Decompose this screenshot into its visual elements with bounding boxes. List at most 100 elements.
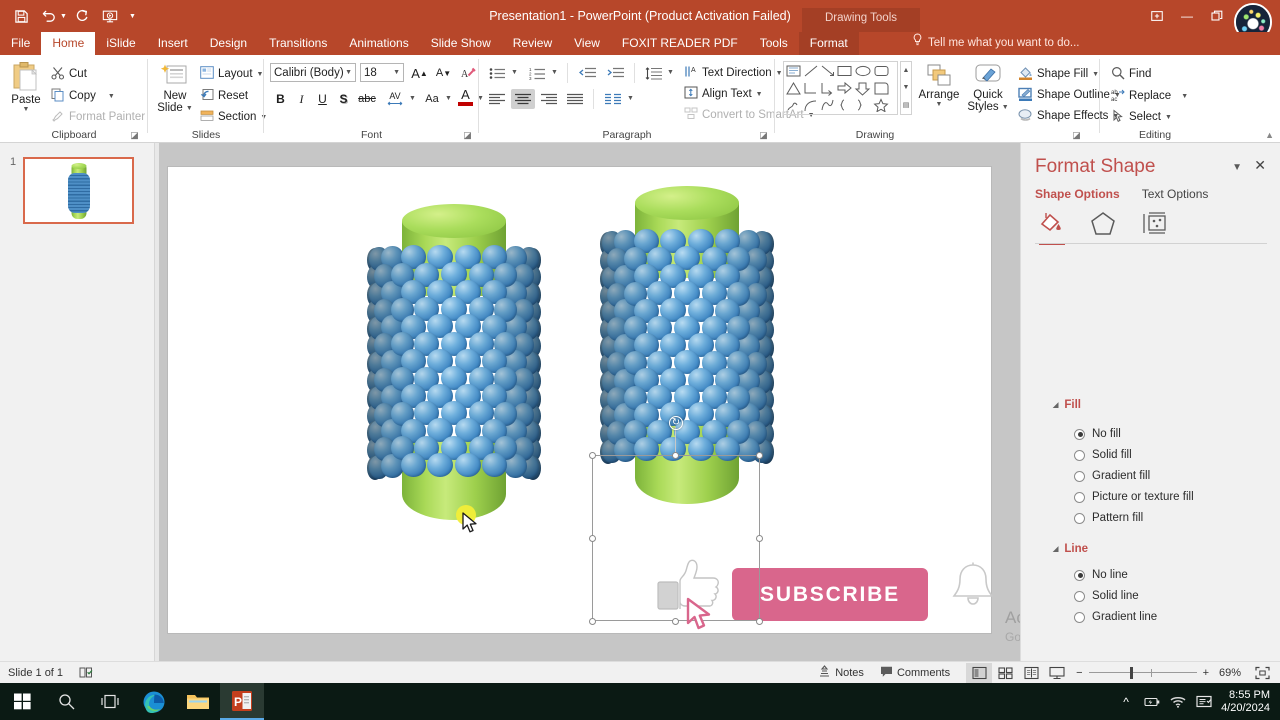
clear-formatting-icon[interactable]: A	[458, 63, 479, 83]
arrange-button[interactable]: Arrange ▼	[917, 63, 961, 108]
option-no-line[interactable]: No line	[1074, 569, 1128, 581]
select-button[interactable]: Select ▼	[1108, 107, 1175, 127]
decrease-indent-icon[interactable]	[575, 63, 599, 83]
align-text-dropdown-icon[interactable]: ▼	[756, 91, 763, 98]
italic-button[interactable]: I	[291, 89, 312, 109]
text-direction-button[interactable]: A Text Direction ▼	[681, 63, 786, 83]
slide-thumbnail-1[interactable]	[23, 157, 134, 224]
gradient-fill-radio[interactable]	[1074, 470, 1085, 482]
increase-font-size-button[interactable]: A ▲	[409, 63, 430, 83]
tab-transitions[interactable]: Transitions	[258, 32, 338, 55]
option-picture-or-texture-fill[interactable]: Picture or texture fill	[1074, 491, 1194, 503]
selection-handle-bottom-left[interactable]	[589, 618, 596, 625]
zoom-level-label[interactable]: 69%	[1215, 662, 1247, 684]
tab-foxit-reader-pdf[interactable]: FOXIT READER PDF	[611, 32, 749, 55]
slide-indicator[interactable]: Slide 1 of 1	[0, 662, 71, 684]
restore-button[interactable]	[1202, 3, 1232, 29]
justify-icon[interactable]	[563, 89, 587, 109]
show-hidden-icons-button[interactable]: ^	[1113, 683, 1139, 720]
selection-handle-middle-left[interactable]	[589, 535, 596, 542]
line-expand-icon[interactable]: ◢	[1053, 545, 1058, 553]
font-name-combobox[interactable]: Calibri (Body) ▼	[270, 63, 356, 82]
redo-icon[interactable]	[69, 3, 95, 29]
replace-button[interactable]: ab ac Replace ▼	[1108, 86, 1191, 106]
drawing-dialog-launcher[interactable]: ◪	[1071, 130, 1082, 141]
cut-button[interactable]: Cut	[48, 64, 90, 84]
paste-dropdown-icon[interactable]: ▼	[23, 106, 30, 113]
shapes-scroll-down-icon[interactable]: ▼	[903, 84, 910, 91]
character-spacing-button[interactable]: AV	[382, 89, 408, 109]
tell-me-search[interactable]: Tell me what you want to do...	[912, 32, 1080, 55]
tab-insert[interactable]: Insert	[147, 32, 199, 55]
align-text-button[interactable]: Align Text ▼	[681, 84, 766, 104]
pane-options-icon[interactable]: ▼	[1232, 162, 1242, 173]
fill-and-line-icon[interactable]	[1037, 211, 1067, 245]
select-dropdown-icon[interactable]: ▼	[1165, 114, 1172, 121]
effects-pentagon-icon[interactable]	[1089, 211, 1119, 237]
reset-button[interactable]: Reset	[197, 86, 251, 106]
font-name-dropdown-icon[interactable]: ▼	[345, 69, 352, 76]
powerpoint-button[interactable]: P	[220, 683, 264, 720]
close-icon[interactable]: ✕	[1254, 158, 1266, 172]
paragraph-dialog-launcher[interactable]: ◪	[758, 130, 769, 141]
line-spacing-icon[interactable]	[641, 63, 665, 83]
paste-button[interactable]: Paste ▼	[4, 61, 48, 113]
save-icon[interactable]	[8, 3, 34, 29]
numbering-icon[interactable]: 123	[525, 63, 549, 83]
replace-dropdown-icon[interactable]: ▼	[1181, 93, 1188, 100]
tab-file[interactable]: File	[0, 32, 41, 55]
tab-animations[interactable]: Animations	[338, 32, 419, 55]
tab-text-options[interactable]: Text Options	[1142, 187, 1209, 204]
subscribe-button[interactable]: SUBSCRIBE	[732, 568, 928, 621]
wifi-icon[interactable]	[1165, 683, 1191, 720]
customize-qat-icon[interactable]: ▼	[129, 13, 136, 20]
align-center-icon[interactable]	[511, 89, 535, 109]
task-view-button[interactable]	[88, 683, 132, 720]
solid-fill-radio[interactable]	[1074, 449, 1085, 461]
font-size-dropdown-icon[interactable]: ▼	[393, 69, 400, 76]
slideshow-icon[interactable]	[97, 3, 123, 29]
clipboard-dialog-launcher[interactable]: ◪	[129, 130, 140, 141]
comments-button[interactable]: Comments	[872, 662, 958, 684]
strikethrough-button[interactable]: abc	[354, 89, 380, 109]
quick-styles-button[interactable]: Quick Styles ▼	[965, 63, 1011, 113]
no-fill-radio[interactable]	[1074, 428, 1085, 440]
no-line-radio[interactable]	[1074, 569, 1085, 581]
tab-review[interactable]: Review	[502, 32, 563, 55]
option-solid-fill[interactable]: Solid fill	[1074, 449, 1132, 461]
character-spacing-dropdown-icon[interactable]: ▼	[409, 95, 416, 102]
find-button[interactable]: Find	[1108, 64, 1154, 84]
undo-dropdown-icon[interactable]: ▼	[60, 13, 67, 20]
shape-fill-button[interactable]: Shape Fill ▼	[1015, 64, 1102, 84]
selection-handle-top-left[interactable]	[589, 452, 596, 459]
align-left-icon[interactable]	[485, 89, 509, 109]
slide-sorter-view-button[interactable]	[992, 663, 1018, 683]
clock[interactable]: 8:55 PM 4/20/2024	[1217, 689, 1280, 715]
accessibility-check-icon[interactable]	[71, 662, 101, 684]
line-spacing-dropdown-icon[interactable]: ▼	[667, 69, 674, 76]
columns-dropdown-icon[interactable]: ▼	[627, 95, 634, 102]
tab-tools[interactable]: Tools	[749, 32, 799, 55]
copy-dropdown-icon[interactable]: ▼	[108, 93, 115, 100]
selection-handle-bottom-center[interactable]	[672, 618, 679, 625]
pattern-fill-radio[interactable]	[1074, 512, 1085, 524]
tab-view[interactable]: View	[563, 32, 611, 55]
quick-styles-dropdown-icon[interactable]: ▼	[1002, 104, 1009, 111]
option-pattern-fill[interactable]: Pattern fill	[1074, 512, 1143, 524]
new-slide-dropdown-icon[interactable]: ▼	[186, 105, 193, 112]
selection-handle-bottom-right[interactable]	[756, 618, 763, 625]
action-center-icon[interactable]	[1191, 683, 1217, 720]
size-and-properties-icon[interactable]	[1141, 211, 1171, 237]
shapes-more-icon[interactable]: ▤	[903, 101, 910, 109]
file-explorer-button[interactable]	[176, 683, 220, 720]
bullets-dropdown-icon[interactable]: ▼	[511, 69, 518, 76]
tab-design[interactable]: Design	[199, 32, 258, 55]
numbering-dropdown-icon[interactable]: ▼	[551, 69, 558, 76]
start-button[interactable]	[0, 683, 44, 720]
collapse-ribbon-icon[interactable]: ▲	[1265, 130, 1274, 140]
layout-button[interactable]: Layout ▼	[197, 64, 266, 84]
option-solid-line[interactable]: Solid line	[1074, 590, 1139, 602]
align-right-icon[interactable]	[537, 89, 561, 109]
rotate-handle[interactable]: ↻	[669, 416, 683, 430]
fill-section-header[interactable]: ◢ Fill	[1053, 399, 1081, 411]
